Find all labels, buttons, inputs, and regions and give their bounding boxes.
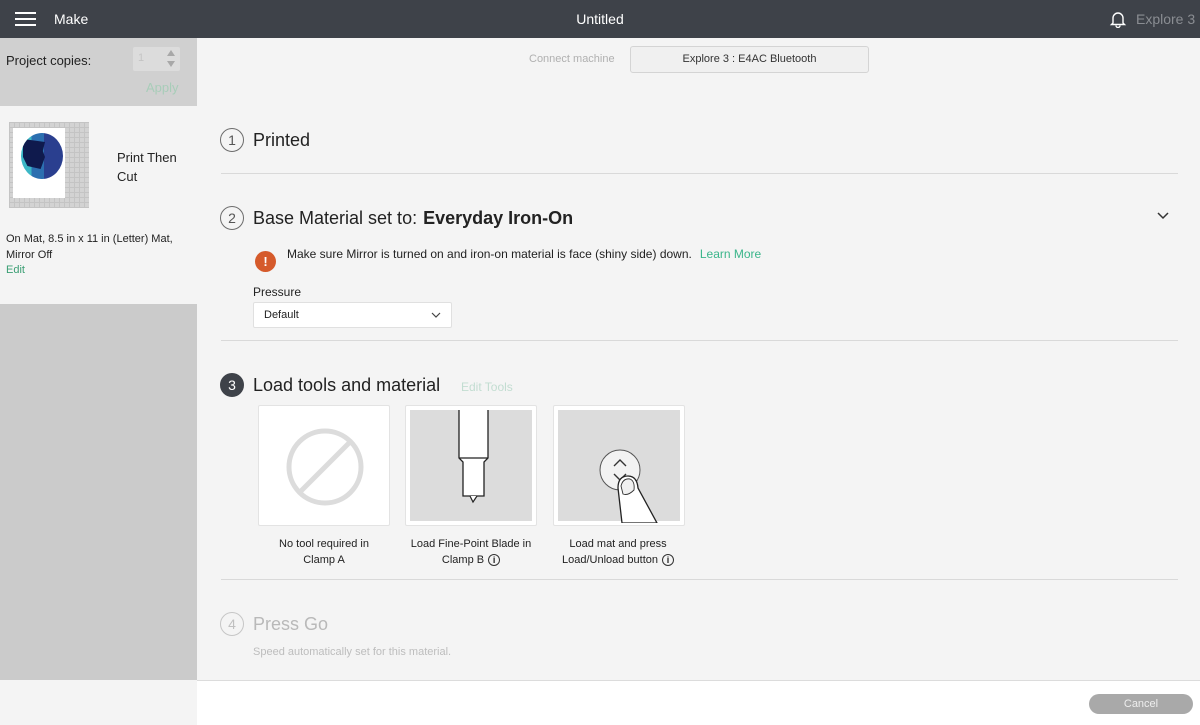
project-copies-label: Project copies: — [6, 53, 92, 68]
mat-edit-link[interactable]: Edit — [6, 264, 25, 276]
mat-card[interactable]: Print Then Cut On Mat, 8.5 in x 11 in (L… — [0, 106, 197, 304]
apply-button[interactable]: Apply — [146, 80, 179, 95]
increment-arrow-icon[interactable] — [167, 50, 175, 56]
warning-message: Make sure Mirror is turned on and iron-o… — [287, 247, 797, 261]
mat-paper — [13, 128, 65, 198]
step-4-title: Press Go — [253, 614, 329, 634]
tool-caption-load-mat: Load mat and press Load/Unload button i — [538, 536, 698, 568]
footer-sidebar-area — [0, 680, 197, 725]
connect-machine-button[interactable]: Explore 3 : E4AC Bluetooth — [630, 46, 869, 73]
info-icon[interactable]: i — [488, 554, 501, 566]
app-title: Make — [54, 11, 89, 27]
caption-line: Clamp A — [303, 554, 345, 566]
divider — [221, 173, 1178, 174]
chevron-down-icon[interactable] — [1157, 210, 1169, 220]
caption-line: No tool required in — [279, 538, 369, 550]
pressure-label: Pressure — [253, 285, 302, 299]
learn-more-link[interactable]: Learn More — [700, 247, 761, 261]
step-1-title: Printed — [253, 130, 311, 150]
tool-card-clamp-b — [405, 405, 537, 526]
decrement-arrow-icon[interactable] — [167, 61, 175, 67]
project-copies-panel: Project copies: 1 Apply — [0, 38, 197, 106]
tool-caption-clamp-b: Load Fine-Point Blade in Clamp Bi — [391, 536, 551, 568]
caption-line: Load Fine-Point Blade in — [410, 538, 532, 550]
sidebar: Project copies: 1 Apply Print Then Cut O… — [0, 38, 197, 680]
step-2-label: Base Material set to: — [253, 208, 418, 228]
project-copies-stepper[interactable]: 1 — [133, 47, 180, 71]
connect-machine-label: Connect machine — [529, 53, 615, 65]
tool-card-load-mat — [553, 405, 685, 526]
divider — [221, 340, 1178, 341]
speed-note: Speed automatically set for this materia… — [253, 646, 452, 658]
tool-card-image — [410, 410, 532, 521]
tool-card-image — [263, 410, 385, 521]
top-bar: Make Untitled Explore 3 — [0, 0, 1200, 38]
step-2-title: Base Material set to: Everyday Iron-On — [253, 208, 573, 229]
step-1-number: 1 — [220, 128, 244, 152]
mat-info: On Mat, 8.5 in x 11 in (Letter) Mat, Mir… — [6, 233, 173, 261]
load-unload-button-icon — [599, 449, 659, 524]
warning-icon: ! — [255, 251, 276, 272]
design-shape — [23, 139, 45, 169]
step-3-title: Load tools and material — [253, 375, 441, 395]
tool-card-image — [558, 410, 680, 524]
footer-bar — [197, 680, 1200, 725]
caption-line: Load/Unload button i — [538, 552, 698, 568]
step-4-number: 4 — [220, 612, 244, 636]
caption-line: Clamp Bi — [391, 552, 551, 568]
chevron-down-icon — [431, 312, 441, 318]
no-tool-icon — [286, 428, 364, 506]
project-copies-value[interactable]: 1 — [138, 52, 144, 64]
hamburger-icon[interactable] — [15, 12, 36, 26]
cancel-button[interactable]: Cancel — [1089, 694, 1193, 714]
material-name: Everyday Iron-On — [423, 208, 574, 228]
caption-line: Load mat and press — [569, 538, 667, 550]
caption-text: Load/Unload button — [561, 554, 659, 566]
pressure-value: Default — [264, 309, 299, 321]
machine-name[interactable]: Explore 3 — [1136, 11, 1195, 27]
tool-card-clamp-a — [258, 405, 390, 526]
warning-text: Make sure Mirror is turned on and iron-o… — [287, 247, 692, 261]
design-preview — [21, 133, 63, 179]
step-3-number: 3 — [220, 373, 244, 397]
step-2-number: 2 — [220, 206, 244, 230]
tool-caption-clamp-a: No tool required in Clamp A — [244, 536, 404, 568]
divider — [221, 579, 1178, 580]
pressure-select[interactable]: Default — [253, 302, 452, 328]
fine-point-blade-icon — [458, 410, 489, 504]
mat-thumbnail[interactable] — [9, 122, 89, 208]
bell-icon[interactable] — [1109, 10, 1127, 28]
caption-text: Clamp B — [441, 554, 485, 566]
info-icon[interactable]: i — [662, 554, 675, 566]
edit-tools-link[interactable]: Edit Tools — [461, 380, 513, 394]
mat-title: Print Then Cut — [117, 150, 177, 184]
document-title: Untitled — [576, 11, 624, 27]
